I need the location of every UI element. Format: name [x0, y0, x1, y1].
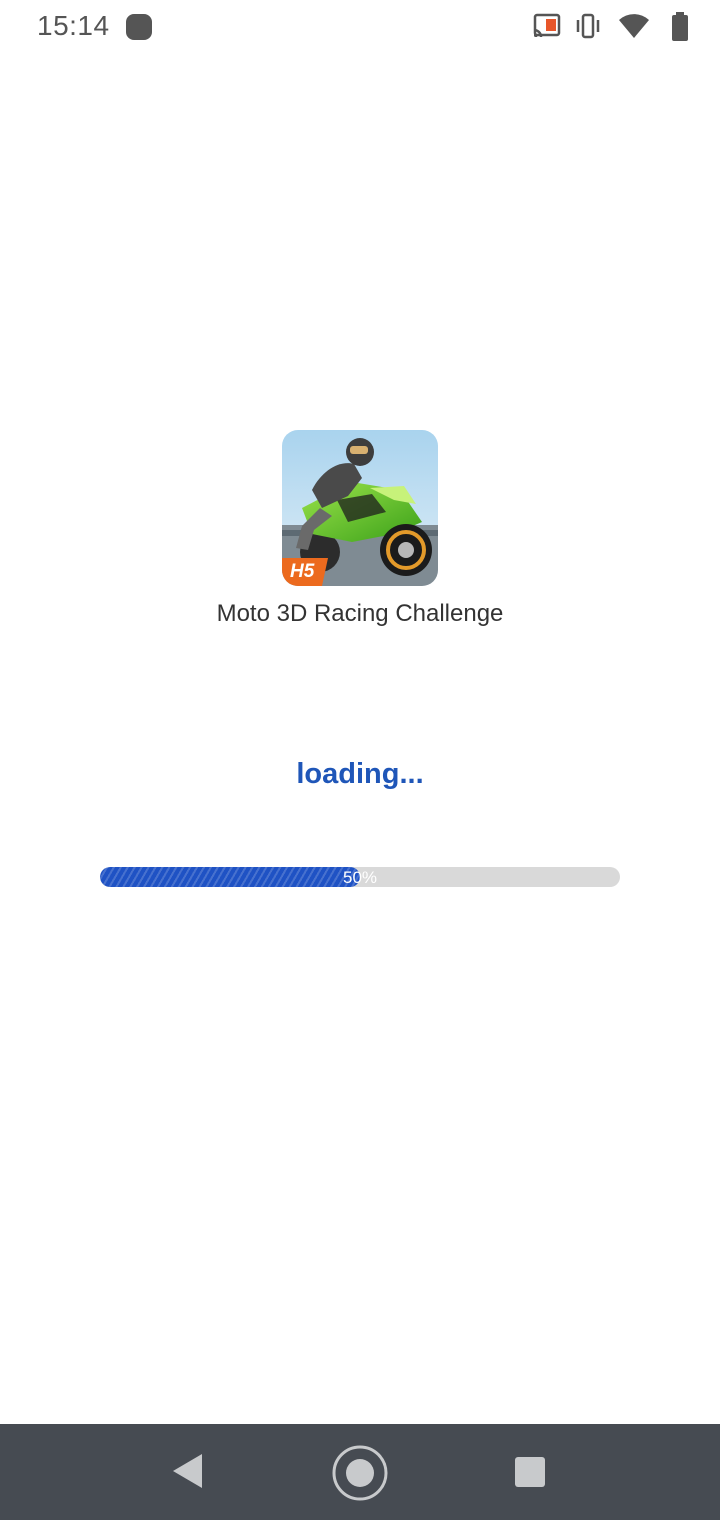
home-icon[interactable] — [331, 1444, 389, 1502]
battery-icon — [672, 12, 688, 41]
cast-icon — [533, 13, 561, 38]
h5-badge-label: H5 — [290, 561, 315, 582]
loading-text: loading... — [296, 758, 424, 790]
back-icon[interactable] — [170, 1452, 204, 1490]
progress-label: 50% — [342, 868, 378, 887]
notification-dot-icon — [126, 14, 152, 40]
app-icon: H5 — [282, 430, 438, 586]
status-time: 15:14 — [37, 10, 110, 41]
wifi-icon — [619, 14, 649, 39]
status-bar: 15:14 — [0, 0, 720, 56]
navigation-bar — [0, 1424, 720, 1520]
recents-icon[interactable] — [515, 1457, 545, 1487]
vibrate-icon — [576, 13, 600, 39]
progress-bar: 50% — [100, 867, 620, 887]
app-name: Moto 3D Racing Challenge — [216, 600, 504, 627]
